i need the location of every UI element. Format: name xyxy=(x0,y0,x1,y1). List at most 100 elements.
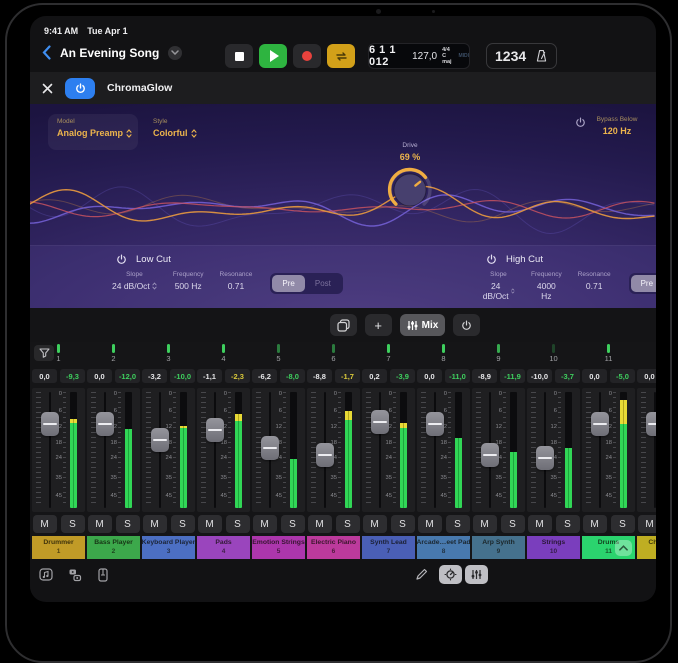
pre-button[interactable]: Pre xyxy=(631,275,656,292)
mute-button[interactable]: M xyxy=(528,515,552,533)
fader-handle[interactable] xyxy=(41,412,59,436)
volume-value[interactable]: 0,2 xyxy=(362,369,387,383)
drive-knob[interactable] xyxy=(386,166,434,214)
mute-button[interactable]: M xyxy=(363,515,387,533)
volume-value[interactable]: -10,0 xyxy=(527,369,552,383)
solo-button[interactable]: S xyxy=(116,515,140,533)
high-cut-slope[interactable]: Slope 24 dB/Oct xyxy=(474,271,523,301)
mute-button[interactable]: M xyxy=(198,515,222,533)
fader-track[interactable] xyxy=(645,390,656,510)
solo-button[interactable]: S xyxy=(446,515,470,533)
high-cut-frequency[interactable]: Frequency 4000 Hz xyxy=(523,271,570,301)
peak-value[interactable]: -12,0 xyxy=(115,369,140,383)
track-tile[interactable]: Chorus V 12 xyxy=(637,536,656,559)
solo-button[interactable]: S xyxy=(611,515,635,533)
mute-button[interactable]: M xyxy=(638,515,657,533)
track-tile[interactable]: Emotion Strings 5 xyxy=(252,536,305,559)
peak-value[interactable]: -9,3 xyxy=(60,369,85,383)
low-cut-frequency[interactable]: Frequency 500 Hz xyxy=(165,271,212,291)
mute-button[interactable]: M xyxy=(308,515,332,533)
metronome-button[interactable] xyxy=(535,49,548,63)
volume-value[interactable]: -8,8 xyxy=(307,369,332,383)
mute-button[interactable]: M xyxy=(253,515,277,533)
track-tile[interactable]: Strings 10 xyxy=(527,536,580,559)
fader-track[interactable] xyxy=(205,390,225,510)
track-tile[interactable]: Drums 11 xyxy=(582,536,635,559)
fader-track[interactable] xyxy=(315,390,335,510)
track-tile[interactable]: Arp Synth 9 xyxy=(472,536,525,559)
track-tile[interactable]: Keyboard Player 3 xyxy=(142,536,195,559)
channel-filter-button[interactable] xyxy=(34,345,54,361)
count-in-button[interactable]: 1234 xyxy=(495,49,526,63)
solo-button[interactable]: S xyxy=(391,515,415,533)
volume-value[interactable]: 0,0 xyxy=(582,369,607,383)
solo-button[interactable]: S xyxy=(556,515,580,533)
song-title[interactable]: An Evening Song xyxy=(60,46,159,60)
fader-handle[interactable] xyxy=(646,412,656,436)
plugins-button[interactable] xyxy=(63,565,86,584)
high-cut-resonance[interactable]: Resonance 0.71 xyxy=(570,271,619,291)
peak-value[interactable]: -2,3 xyxy=(225,369,250,383)
mix-view-button[interactable]: Mix xyxy=(400,314,446,336)
pre-button[interactable]: Pre xyxy=(272,275,304,292)
volume-value[interactable]: 0,0 xyxy=(87,369,112,383)
mute-button[interactable]: M xyxy=(88,515,112,533)
fader-handle[interactable] xyxy=(371,410,389,434)
fader-track[interactable] xyxy=(40,390,60,510)
duplicate-plugin-button[interactable] xyxy=(330,314,357,336)
volume-value[interactable]: 0,0 xyxy=(32,369,57,383)
peak-value[interactable]: -11,9 xyxy=(500,369,525,383)
solo-button[interactable]: S xyxy=(61,515,85,533)
volume-value[interactable]: -8,9 xyxy=(472,369,497,383)
fader-handle[interactable] xyxy=(151,428,169,452)
fader-track[interactable] xyxy=(150,390,170,510)
mute-button[interactable]: M xyxy=(143,515,167,533)
mute-button[interactable]: M xyxy=(418,515,442,533)
record-button[interactable] xyxy=(293,44,321,68)
fader-track[interactable] xyxy=(480,390,500,510)
solo-button[interactable]: S xyxy=(171,515,195,533)
close-plugin-button[interactable] xyxy=(42,83,53,94)
track-tile[interactable]: Pads 4 xyxy=(197,536,250,559)
solo-button[interactable]: S xyxy=(501,515,525,533)
volume-value[interactable]: -3,2 xyxy=(142,369,167,383)
low-cut-resonance[interactable]: Resonance 0.71 xyxy=(212,271,261,291)
track-tile[interactable]: Arcade…eet Pad 8 xyxy=(417,536,470,559)
fader-handle[interactable] xyxy=(536,446,554,470)
fader-handle[interactable] xyxy=(481,443,499,467)
peak-value[interactable]: -3,7 xyxy=(555,369,580,383)
peak-value[interactable]: -10,0 xyxy=(170,369,195,383)
channel-power-button[interactable] xyxy=(453,314,480,336)
track-tile[interactable]: Synth Lead 7 xyxy=(362,536,415,559)
peak-value[interactable]: -11,0 xyxy=(445,369,470,383)
low-cut-slope[interactable]: Slope 24 dB/Oct xyxy=(104,271,165,291)
plugin-power-button[interactable] xyxy=(65,78,95,99)
peak-value[interactable]: -8,0 xyxy=(280,369,305,383)
track-tile[interactable]: Electric Piano 6 xyxy=(307,536,360,559)
style-select[interactable]: Style Colorful xyxy=(153,118,197,138)
mute-button[interactable]: M xyxy=(473,515,497,533)
volume-value[interactable]: -6,2 xyxy=(252,369,277,383)
track-tile[interactable]: Bass Player 2 xyxy=(87,536,140,559)
peak-value[interactable]: -3,9 xyxy=(390,369,415,383)
edit-button[interactable] xyxy=(414,565,428,584)
post-button[interactable]: Post xyxy=(305,275,341,292)
fader-handle[interactable] xyxy=(96,412,114,436)
fader-track[interactable] xyxy=(425,390,445,510)
mute-button[interactable]: M xyxy=(33,515,57,533)
controls-view-button[interactable] xyxy=(439,565,462,584)
play-surface-button[interactable] xyxy=(91,565,114,584)
fader-handle[interactable] xyxy=(426,412,444,436)
high-cut-power-button[interactable] xyxy=(486,254,497,265)
track-tile[interactable]: Drummer 1 xyxy=(32,536,85,559)
mixer-view-button[interactable] xyxy=(465,565,488,584)
back-button[interactable] xyxy=(42,45,51,60)
stop-button[interactable] xyxy=(225,44,253,68)
solo-button[interactable]: S xyxy=(281,515,305,533)
solo-button[interactable]: S xyxy=(226,515,250,533)
fader-handle[interactable] xyxy=(591,412,609,436)
peak-value[interactable]: -1,7 xyxy=(335,369,360,383)
fader-handle[interactable] xyxy=(316,443,334,467)
fader-track[interactable] xyxy=(590,390,610,510)
fader-handle[interactable] xyxy=(206,418,224,442)
